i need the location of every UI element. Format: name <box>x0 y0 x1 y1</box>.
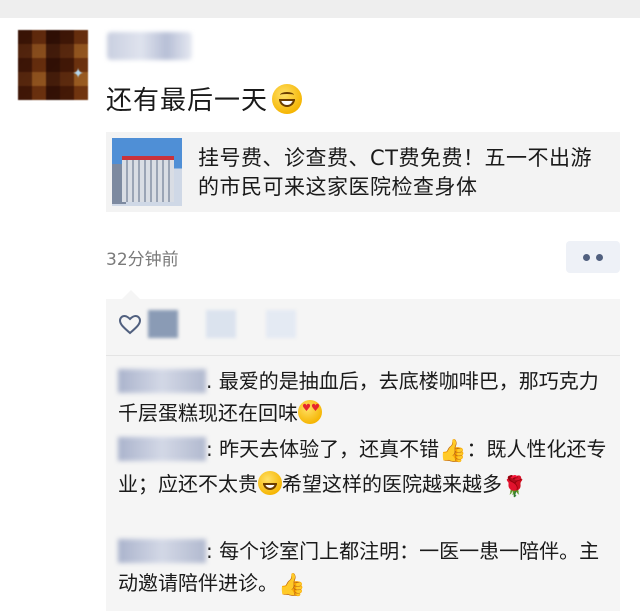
username[interactable] <box>107 32 192 60</box>
thumbs-up-icon: 👍 <box>278 573 306 598</box>
more-dot-icon <box>596 254 603 261</box>
likes-row <box>106 299 620 356</box>
link-title: 挂号费、诊查费、CT费免费！五一不出游的市民可来这家医院检查身体 <box>198 146 592 199</box>
link-card[interactable]: 挂号费、诊查费、CT费免费！五一不出游的市民可来这家医院检查身体 <box>106 132 620 212</box>
comment-text-a: 昨天去体验了，还真不错 <box>219 437 440 461</box>
commenter-name[interactable] <box>118 539 206 563</box>
heart-icon <box>118 314 142 335</box>
thumbs-up-icon: 👍 <box>439 439 467 464</box>
comment[interactable]: : 每个诊室门上都注明：一医一患一陪伴。主动邀请陪伴进诊。👍 <box>118 535 612 602</box>
avatar[interactable]: ✦ <box>18 30 88 100</box>
more-dot-icon <box>583 254 590 261</box>
comments-panel: . 最爱的是抽血后，去底楼咖啡巴，那巧克力千层蛋糕现还在回味 : 昨天去体验了，… <box>106 299 620 611</box>
liker-avatar[interactable] <box>148 310 178 338</box>
liker-avatar[interactable] <box>206 310 236 338</box>
link-thumbnail <box>112 138 182 206</box>
grinning-face-icon <box>272 84 303 114</box>
comment[interactable]: : 昨天去体验了，还真不错👍：既人性化还专业；应还不太贵 希望这样的医院越来越多🌹 <box>118 433 612 502</box>
liker-avatar[interactable] <box>266 310 296 338</box>
comments-caret <box>122 290 140 299</box>
star-icon: ✦ <box>72 66 84 82</box>
more-button[interactable] <box>566 241 620 273</box>
rose-icon: 🌹 <box>502 474 527 498</box>
post-text-content: 还有最后一天 <box>106 86 269 116</box>
post-time: 32分钟前 <box>106 250 179 270</box>
comment-text-c: 希望这样的医院越来越多 <box>282 472 502 496</box>
post-text: 还有最后一天 <box>106 80 303 117</box>
commenter-name[interactable] <box>118 369 206 393</box>
grinning-face-icon <box>258 471 282 495</box>
commenter-name[interactable] <box>118 437 206 461</box>
heart-eyes-icon <box>298 400 322 424</box>
status-bar <box>0 0 640 18</box>
comment[interactable]: . 最爱的是抽血后，去底楼咖啡巴，那巧克力千层蛋糕现还在回味 <box>118 365 612 429</box>
